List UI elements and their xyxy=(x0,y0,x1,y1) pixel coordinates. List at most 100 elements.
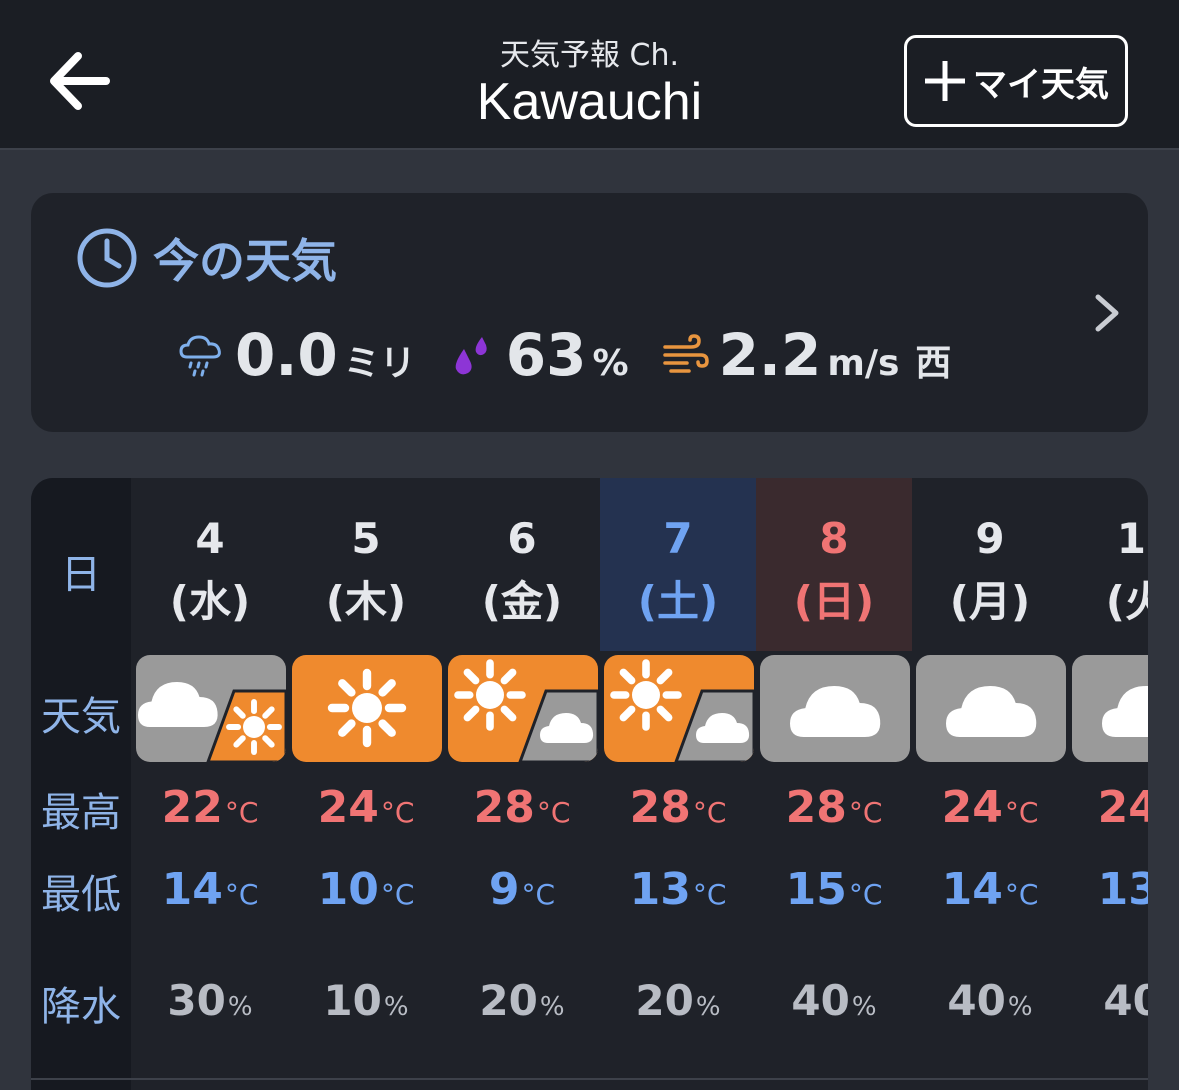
wind-direction: 西 xyxy=(915,343,952,384)
humidity-drops-icon xyxy=(455,337,487,375)
precip-value: 0.0 xyxy=(235,321,338,389)
temp-unit: °C xyxy=(536,796,571,829)
day-date: 9 xyxy=(975,514,1005,563)
low-temp-value: 14 xyxy=(941,864,1003,915)
low-temp: 14°C xyxy=(912,864,1068,915)
day-date: 8 xyxy=(819,514,849,563)
precip-unit: ミリ xyxy=(343,343,416,384)
high-temp-value: 28 xyxy=(473,782,535,833)
temp-unit: °C xyxy=(848,878,883,911)
rain-chance: 20% xyxy=(444,976,600,1025)
cloudy-weather-icon xyxy=(916,655,1066,762)
forecast-day-5[interactable]: 5 (木) 24°C 10°C 10% xyxy=(288,478,444,1090)
high-temp-value: 28 xyxy=(629,782,691,833)
temp-unit: °C xyxy=(848,796,883,829)
add-my-weather-button[interactable]: マイ天気 xyxy=(904,35,1128,127)
row-label-rain: 降水 xyxy=(41,984,121,1030)
rain-unit: % xyxy=(851,992,877,1022)
temp-unit: °C xyxy=(380,878,415,911)
low-temp-value: 14 xyxy=(161,864,223,915)
top-bar: 天気予報 Ch. Kawauchi マイ天気 xyxy=(0,0,1179,150)
day-of-week: (木) xyxy=(325,577,407,626)
forecast-day-4[interactable]: 4 (水) 22°C 14°C 30% xyxy=(132,478,288,1090)
low-temp: 9°C xyxy=(444,864,600,915)
rain-chance: 40% xyxy=(756,976,912,1025)
day-date: 10 xyxy=(1116,514,1148,563)
plus-icon xyxy=(925,61,965,101)
low-temp: 14°C xyxy=(132,864,288,915)
rain-chance-value: 40 xyxy=(1103,976,1148,1025)
temp-unit: °C xyxy=(692,878,727,911)
temp-unit: °C xyxy=(1004,878,1039,911)
low-temp: 13°C xyxy=(1068,864,1148,915)
high-temp-value: 24 xyxy=(317,782,379,833)
humidity-value: 63 xyxy=(505,321,587,389)
forecast-day-7[interactable]: 7 (土) 28°C 13°C 20% xyxy=(600,478,756,1090)
sunny-then-cloudy-weather-icon xyxy=(448,655,598,762)
rain-chance-value: 30 xyxy=(167,976,226,1025)
day-date: 7 xyxy=(663,514,693,563)
day-of-week: (水) xyxy=(169,577,251,626)
day-of-week: (月) xyxy=(949,577,1031,626)
humidity-unit: % xyxy=(592,343,629,384)
day-of-week: (日) xyxy=(793,577,875,626)
cloudy-then-sunny-weather-icon xyxy=(136,655,286,762)
forecast-day-8[interactable]: 8 (日) 28°C 15°C 40% xyxy=(756,478,912,1090)
low-temp-value: 13 xyxy=(629,864,691,915)
day-of-week: (土) xyxy=(637,577,719,626)
wind-value: 2.2 xyxy=(718,321,822,389)
weekly-forecast-table[interactable]: 日 天気 最高 最低 降水 4 (水) 22°C 14°C 30% 5 (木) … xyxy=(31,478,1148,1090)
high-temp: 28°C xyxy=(600,782,756,833)
rain-chance-value: 40 xyxy=(947,976,1006,1025)
day-of-week: (金) xyxy=(481,577,563,626)
low-temp: 15°C xyxy=(756,864,912,915)
current-weather-card[interactable]: 今の天気 0.0 ミリ 63 % 2.2 m/s 西 xyxy=(31,193,1148,432)
day-of-week: (火) xyxy=(1105,577,1148,626)
high-temp: 28°C xyxy=(444,782,600,833)
current-weather-values: 0.0 ミリ 63 % 2.2 m/s 西 xyxy=(177,321,951,389)
row-label-column: 日 天気 最高 最低 降水 xyxy=(31,478,131,1090)
divider xyxy=(31,1078,1148,1080)
rain-chance-value: 10 xyxy=(323,976,382,1025)
current-weather-title: 今の天気 xyxy=(153,234,337,288)
rain-chance: 40% xyxy=(1068,976,1148,1025)
low-temp-value: 10 xyxy=(317,864,379,915)
high-temp-value: 24 xyxy=(1097,782,1148,833)
high-temp-value: 22 xyxy=(161,782,223,833)
high-temp: 28°C xyxy=(756,782,912,833)
my-weather-label: マイ天気 xyxy=(973,64,1109,105)
forecast-day-6[interactable]: 6 (金) 28°C 9°C 20% xyxy=(444,478,600,1090)
high-temp: 22°C xyxy=(132,782,288,833)
high-temp-value: 24 xyxy=(941,782,1003,833)
low-temp: 10°C xyxy=(288,864,444,915)
temp-unit: °C xyxy=(224,796,259,829)
temp-unit: °C xyxy=(1004,796,1039,829)
row-label-weather: 天気 xyxy=(41,694,121,740)
sunny-weather-icon xyxy=(292,655,442,762)
sunny-then-cloudy-weather-icon xyxy=(604,655,754,762)
day-date: 6 xyxy=(507,514,537,563)
forecast-day-9[interactable]: 9 (月) 24°C 14°C 40% xyxy=(912,478,1068,1090)
temp-unit: °C xyxy=(521,878,556,911)
rain-chance-value: 40 xyxy=(791,976,850,1025)
temp-unit: °C xyxy=(692,796,727,829)
rain-chance: 20% xyxy=(600,976,756,1025)
low-temp-value: 15 xyxy=(785,864,847,915)
wind-unit: m/s xyxy=(827,343,900,384)
row-label-low: 最低 xyxy=(41,872,121,918)
high-temp: 24°C xyxy=(1068,782,1148,833)
high-temp-value: 28 xyxy=(785,782,847,833)
rain-unit: % xyxy=(539,992,565,1022)
current-weather-heading: 今の天気 xyxy=(75,225,337,291)
temp-unit: °C xyxy=(380,796,415,829)
rain-cloud-icon xyxy=(179,335,221,377)
chevron-right-icon[interactable] xyxy=(1092,291,1122,335)
day-date: 5 xyxy=(351,514,381,563)
rain-chance: 30% xyxy=(132,976,288,1025)
forecast-day-10[interactable]: 10 (火) 24°C 13°C 40% xyxy=(1068,478,1148,1090)
low-temp-value: 9 xyxy=(488,864,520,915)
cloudy-weather-icon xyxy=(1072,655,1148,762)
wind-icon xyxy=(662,334,709,373)
day-date: 4 xyxy=(195,514,225,563)
rain-unit: % xyxy=(695,992,721,1022)
